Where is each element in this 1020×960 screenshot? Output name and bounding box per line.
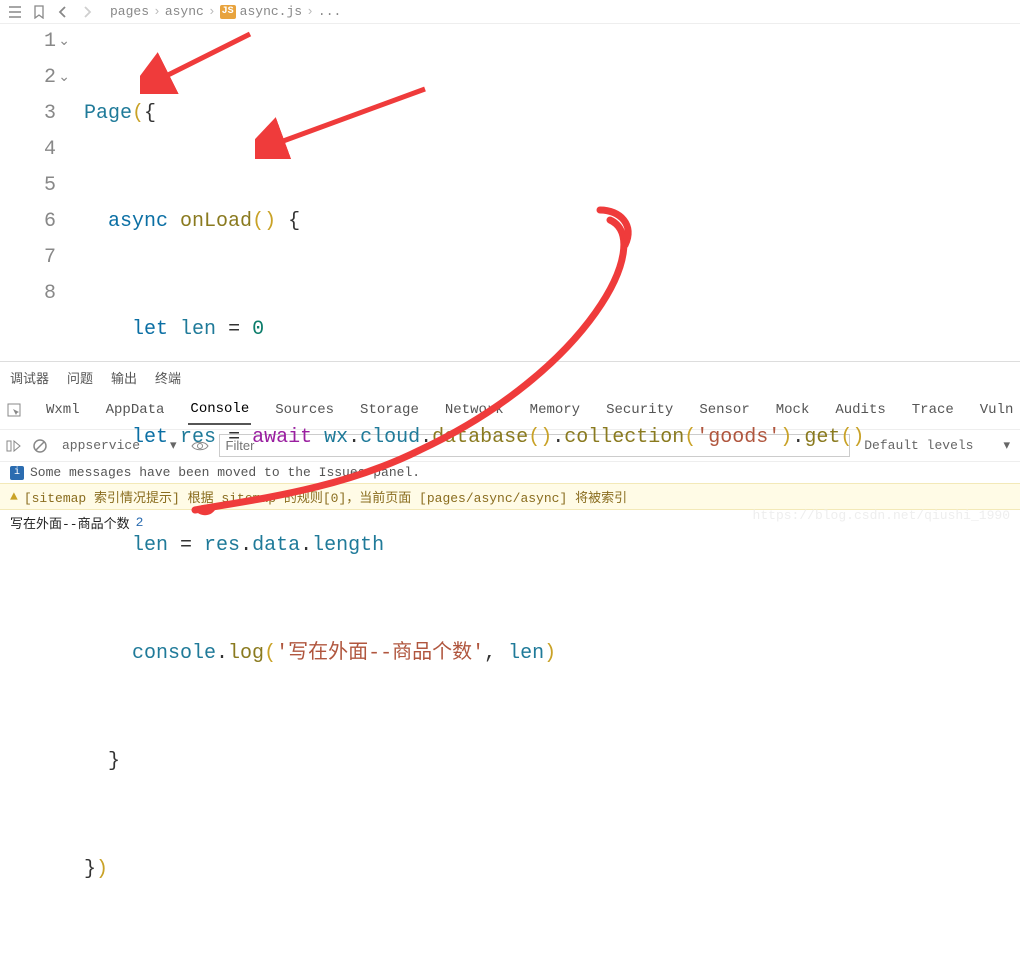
code-line: }) — [84, 852, 1020, 888]
js-file-icon: JS — [220, 5, 236, 19]
breadcrumb-item[interactable]: async — [165, 4, 204, 19]
warn-icon: ▲ — [10, 489, 18, 504]
bookmark-icon[interactable] — [30, 3, 48, 21]
tab-debugger[interactable]: 调试器 — [10, 368, 49, 387]
back-icon[interactable] — [54, 3, 72, 21]
info-badge-icon: i — [10, 466, 24, 480]
chevron-right-icon: › — [208, 4, 216, 19]
code-line: } — [84, 744, 1020, 780]
breadcrumb-file[interactable]: async.js — [240, 4, 302, 19]
code-line: console.log('写在外面--商品个数', len) — [84, 636, 1020, 672]
code-line: async onLoad() { — [84, 204, 1020, 240]
line-gutter: 1⌄ 2⌄ 3 4 5 6 7 8 — [0, 24, 64, 339]
editor-top-bar: pages › async › JS async.js › ... — [0, 0, 1020, 24]
menu-icon[interactable] — [6, 3, 24, 21]
code-line: let len = 0 — [84, 312, 1020, 348]
chevron-right-icon: › — [306, 4, 314, 19]
forward-icon[interactable] — [78, 3, 96, 21]
breadcrumb[interactable]: pages › async › JS async.js › ... — [110, 4, 341, 19]
breadcrumb-item[interactable]: pages — [110, 4, 149, 19]
clear-console-icon[interactable] — [32, 438, 48, 454]
code-line: Page({ — [84, 96, 1020, 132]
code-editor[interactable]: 1⌄ 2⌄ 3 4 5 6 7 8 Page({ async onLoad() … — [0, 24, 1020, 339]
code-line: let res = await wx.cloud.database().coll… — [84, 420, 1020, 456]
code-line: len = res.data.length — [84, 528, 1020, 564]
inspect-icon[interactable] — [6, 402, 22, 418]
tab-wxml[interactable]: Wxml — [44, 396, 82, 424]
code-area[interactable]: Page({ async onLoad() { let len = 0 let … — [64, 24, 1020, 339]
watermark: https://blog.csdn.net/qiushi_1990 — [753, 508, 1010, 523]
play-pause-icon[interactable] — [6, 439, 22, 453]
chevron-right-icon: › — [153, 4, 161, 19]
breadcrumb-more[interactable]: ... — [318, 4, 341, 19]
